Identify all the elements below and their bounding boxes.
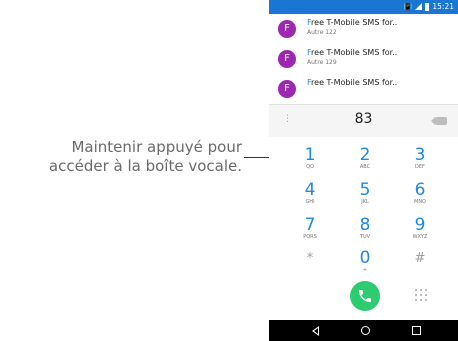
avatar: F: [278, 80, 296, 98]
key-1[interactable]: 1 QO: [290, 146, 330, 180]
callout-line-1: Maintenir appuyé pour: [71, 138, 242, 156]
phone-call-icon: [359, 290, 371, 302]
key-6[interactable]: 6 MNO: [400, 181, 440, 215]
home-icon[interactable]: [361, 326, 370, 335]
contact-item[interactable]: F Free T-Mobile SMS for.. Autre 129: [269, 44, 458, 74]
callout-line-2: accéder à la boîte vocale.: [48, 157, 242, 175]
contact-subtitle: Autre 122: [307, 29, 337, 36]
avatar: F: [278, 50, 296, 68]
call-button[interactable]: [350, 281, 380, 311]
key-2[interactable]: 2 ABC: [345, 146, 385, 180]
key-hash[interactable]: #: [400, 249, 440, 283]
key-0[interactable]: 0 +: [345, 249, 385, 283]
key-9[interactable]: 9 WXYZ: [400, 216, 440, 250]
key-5[interactable]: 5 JKL: [345, 181, 385, 215]
voicemail-callout: Maintenir appuyé pour accéder à la boîte…: [0, 138, 242, 176]
navigation-bar: [269, 320, 458, 341]
contact-item[interactable]: F Free T-Mobile SMS for..: [269, 74, 458, 104]
back-icon[interactable]: [312, 326, 319, 336]
signal-icon: [415, 3, 423, 10]
key-4[interactable]: 4 GHI: [290, 181, 330, 215]
contact-suggestions: F Free T-Mobile SMS for.. Autre 122 F Fr…: [269, 14, 458, 104]
vibrate-icon: 📳: [403, 2, 413, 11]
contact-subtitle: Autre 129: [307, 59, 337, 66]
contact-name: Free T-Mobile SMS for..: [307, 18, 398, 27]
dialed-number[interactable]: 83: [269, 111, 458, 127]
contact-item[interactable]: F Free T-Mobile SMS for.. Autre 122: [269, 14, 458, 44]
phone-screen: 📳 15:21 F Free T-Mobile SMS for.. Autre …: [269, 0, 458, 341]
key-star[interactable]: *: [290, 249, 330, 283]
avatar: F: [278, 20, 296, 38]
contact-name: Free T-Mobile SMS for..: [307, 78, 398, 87]
number-entry-bar: ⋮ 83: [269, 104, 458, 137]
contact-name: Free T-Mobile SMS for..: [307, 48, 398, 57]
status-time: 15:21: [432, 2, 454, 11]
key-7[interactable]: 7 PQRS: [290, 216, 330, 250]
backspace-icon[interactable]: [431, 117, 447, 125]
key-3[interactable]: 3 DEF: [400, 146, 440, 180]
status-bar: 📳 15:21: [269, 0, 458, 14]
key-8[interactable]: 8 TUV: [345, 216, 385, 250]
recents-icon[interactable]: [412, 326, 421, 335]
dialpad-grid-icon[interactable]: [415, 289, 427, 301]
battery-icon: [425, 2, 430, 11]
